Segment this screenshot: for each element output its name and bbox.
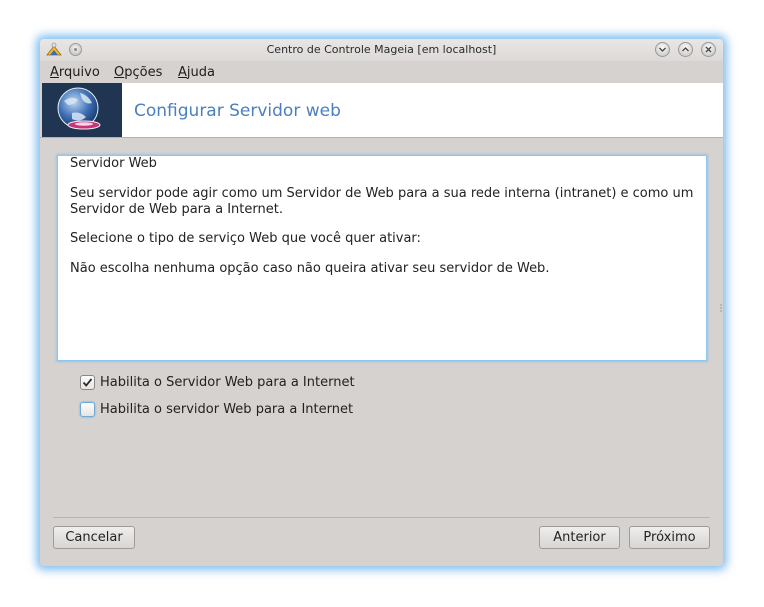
description-heading: Servidor Web	[70, 156, 157, 171]
title-bar[interactable]: Centro de Controle Mageia [em localhost]	[40, 39, 723, 61]
menu-ajuda[interactable]: Ajuda	[178, 65, 215, 80]
option-label: Habilita o servidor Web para a Internet	[100, 401, 354, 417]
chevron-down-icon	[659, 47, 666, 52]
maximize-button[interactable]	[678, 42, 693, 57]
menu-arquivo-label: rquivo	[58, 65, 100, 80]
checkbox-checked[interactable]	[80, 374, 95, 390]
menu-ajuda-mnemonic: A	[178, 65, 187, 80]
cancel-button[interactable]: Cancelar	[53, 526, 135, 549]
description-line: Selecione o tipo de serviço Web que você…	[70, 231, 421, 246]
menu-opcoes[interactable]: Opções	[114, 65, 162, 80]
menu-opcoes-label: pções	[124, 65, 163, 80]
window-title: Centro de Controle Mageia [em localhost]	[266, 43, 497, 56]
menu-arquivo[interactable]: Arquivo	[50, 65, 100, 80]
description-line: Seu servidor pode agir como um Servidor …	[70, 186, 694, 201]
chevron-up-icon	[682, 47, 689, 52]
description-line: Não escolha nenhuma opção caso não queir…	[70, 261, 550, 276]
menu-opcoes-mnemonic: O	[114, 65, 125, 80]
menu-ajuda-label: juda	[186, 65, 215, 80]
globe-webserver-icon	[42, 83, 122, 137]
description-line: Servidor de Web para a Internet.	[70, 202, 283, 217]
menu-bar: Arquivo Opções Ajuda	[40, 61, 723, 83]
previous-button[interactable]: Anterior	[539, 526, 620, 549]
option-enable-web-server-internet-1[interactable]: Habilita o Servidor Web para a Internet	[80, 373, 355, 391]
banner-divider	[40, 137, 723, 138]
menu-arquivo-mnemonic: A	[50, 65, 59, 80]
dialog-window: Centro de Controle Mageia [em localhost]…	[40, 39, 723, 566]
checkbox-unchecked[interactable]	[80, 401, 95, 417]
next-button[interactable]: Próximo	[629, 526, 710, 549]
close-button[interactable]	[701, 42, 716, 57]
header-banner: Configurar Servidor web	[42, 83, 723, 137]
option-enable-web-server-internet-2[interactable]: Habilita o servidor Web para a Internet	[80, 400, 353, 418]
option-label: Habilita o Servidor Web para a Internet	[100, 374, 355, 390]
footer-divider	[53, 517, 710, 518]
minimize-button[interactable]	[655, 42, 670, 57]
page-title: Configurar Servidor web	[134, 101, 341, 121]
description-textview[interactable]: Servidor Web Seu servidor pode agir como…	[57, 155, 707, 361]
close-icon	[705, 46, 712, 53]
resize-grip[interactable]	[720, 301, 722, 312]
checkmark-icon	[82, 377, 93, 387]
